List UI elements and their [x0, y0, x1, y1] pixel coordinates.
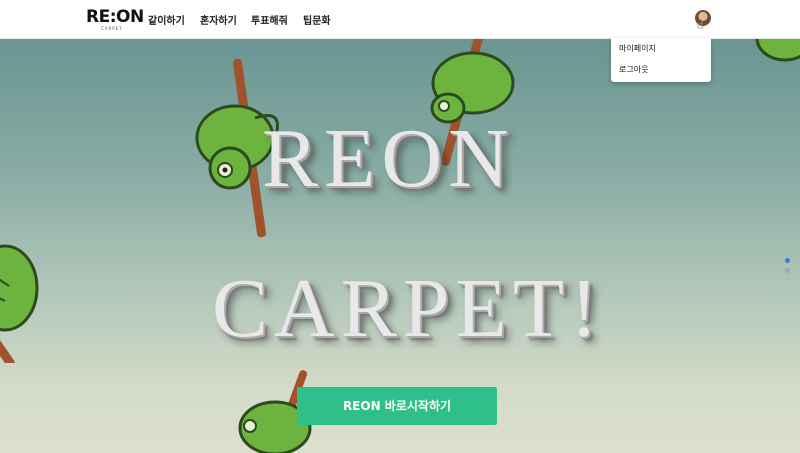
dropdown-mypage[interactable]: 마이페이지: [619, 43, 656, 54]
nav-vote[interactable]: 투표해줘: [251, 12, 288, 27]
hero-title-line1: REON: [262, 112, 515, 205]
nav-tips[interactable]: 팁문화: [303, 12, 331, 27]
logo-text: RE:ON: [86, 7, 144, 27]
nav-alone[interactable]: 혼자하기: [200, 12, 237, 27]
chameleon-illustration: [755, 38, 800, 62]
hand-cursor-icon: ☝: [697, 18, 704, 31]
nav-together[interactable]: 같이하기: [148, 12, 185, 27]
start-reon-button[interactable]: REON 바로시작하기: [297, 387, 497, 425]
dropdown-logout[interactable]: 로그아웃: [619, 64, 648, 75]
top-navbar: RE:ON CARPET 같이하기 혼자하기 투표해줘 팁문화 ☝: [0, 0, 800, 39]
site-logo[interactable]: RE:ON CARPET: [86, 7, 144, 33]
page-scroll-indicator[interactable]: [785, 258, 791, 278]
hero-section: REON CARPET! REON 바로시작하기: [0, 38, 800, 453]
chameleon-illustration: [0, 244, 39, 363]
scroll-dot[interactable]: [785, 268, 790, 273]
logo-subtext: CARPET: [101, 26, 123, 31]
user-dropdown-menu: 마이페이지 로그아웃: [611, 38, 711, 82]
hero-title-line2: CARPET!: [212, 262, 605, 355]
scroll-dot-active[interactable]: [785, 258, 790, 263]
